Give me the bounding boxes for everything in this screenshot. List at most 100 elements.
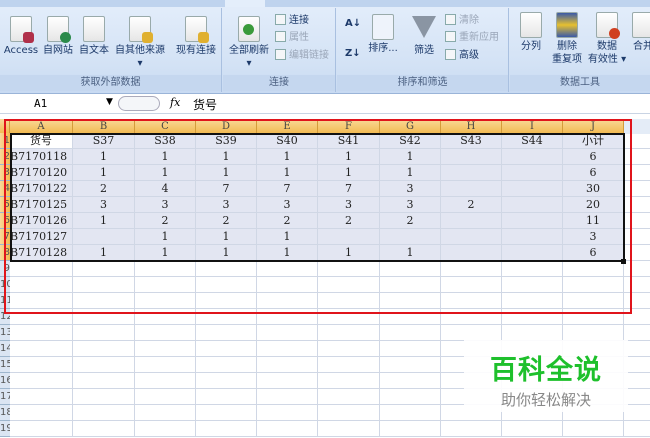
globe-icon [47, 16, 71, 43]
cell[interactable] [563, 325, 624, 341]
group-label: 连接 [223, 75, 335, 91]
insert-function-icon[interactable]: fx [170, 96, 180, 109]
cell[interactable] [502, 325, 563, 341]
remove-duplicates-button[interactable]: 删除 重复项 [550, 12, 584, 66]
from-other-sources-button[interactable]: 自其他来源 ▾ [113, 16, 167, 70]
cell[interactable] [73, 389, 135, 405]
cell[interactable] [196, 421, 257, 437]
row-header-15[interactable]: 15 [0, 357, 10, 373]
cell[interactable] [257, 341, 318, 357]
text-file-icon [83, 16, 105, 42]
cell[interactable] [318, 325, 380, 341]
from-text-button[interactable]: 自文本 [77, 16, 111, 57]
cell[interactable] [196, 325, 257, 341]
cell[interactable] [624, 325, 650, 341]
cell[interactable] [196, 357, 257, 373]
access-button[interactable]: Access [3, 16, 39, 57]
cell[interactable] [257, 389, 318, 405]
cell[interactable] [257, 373, 318, 389]
row-header-17[interactable]: 17 [0, 389, 10, 405]
cell[interactable] [441, 421, 502, 437]
dropdown-arrow-icon: ▾ [137, 58, 143, 69]
sort-button[interactable]: 排序... [365, 14, 401, 55]
cell[interactable] [73, 325, 135, 341]
cell[interactable] [10, 389, 73, 405]
edit-links-button[interactable]: 编辑链接 [275, 46, 329, 61]
cell[interactable] [196, 389, 257, 405]
name-box[interactable]: A1 [0, 96, 120, 112]
advanced-button[interactable]: 高级 [445, 46, 479, 61]
row-header-19[interactable]: 19 [0, 421, 10, 437]
cell[interactable] [135, 357, 196, 373]
cell[interactable] [73, 357, 135, 373]
cell[interactable] [10, 325, 73, 341]
formula-bar-expand-handle[interactable] [118, 96, 160, 111]
ribbon: Access 自网站 自文本 自其他来源 ▾ 现有连接 获取外部数据 全部刷新 ▾ … [0, 0, 650, 94]
cell[interactable] [73, 421, 135, 437]
cell[interactable] [135, 421, 196, 437]
text-to-columns-button[interactable]: 分列 [514, 12, 548, 53]
cell[interactable] [257, 421, 318, 437]
cell[interactable] [10, 357, 73, 373]
cell[interactable] [380, 357, 441, 373]
cell[interactable] [10, 341, 73, 357]
dropdown-arrow-icon: ▾ [246, 58, 252, 69]
existing-connections-button[interactable]: 现有连接 [173, 16, 219, 57]
cell[interactable] [135, 325, 196, 341]
cell[interactable] [10, 373, 73, 389]
cell[interactable] [135, 341, 196, 357]
cell[interactable] [380, 405, 441, 421]
cell[interactable] [380, 341, 441, 357]
from-web-button[interactable]: 自网站 [41, 16, 75, 57]
row-header-18[interactable]: 18 [0, 405, 10, 421]
row-header-16[interactable]: 16 [0, 373, 10, 389]
clear-icon [445, 14, 456, 25]
cell[interactable] [73, 373, 135, 389]
cell[interactable] [380, 325, 441, 341]
cell[interactable] [10, 421, 73, 437]
cell[interactable] [196, 405, 257, 421]
consolidate-button[interactable]: 合并 [628, 12, 650, 53]
refresh-all-button[interactable]: 全部刷新 ▾ [227, 16, 271, 70]
cell[interactable] [135, 373, 196, 389]
row-header-13[interactable]: 13 [0, 325, 10, 341]
cell[interactable] [257, 405, 318, 421]
cell[interactable] [380, 373, 441, 389]
sort-ascending-icon[interactable]: A↓ [345, 18, 361, 29]
group-connections: 全部刷新 ▾ 连接 属性 编辑链接 连接 [223, 8, 336, 92]
cell[interactable] [318, 389, 380, 405]
cell[interactable] [318, 357, 380, 373]
cell[interactable] [257, 357, 318, 373]
tab-data[interactable] [225, 0, 265, 7]
cell[interactable] [380, 389, 441, 405]
row-header-14[interactable]: 14 [0, 341, 10, 357]
connections-icon [275, 14, 286, 25]
cell[interactable] [73, 405, 135, 421]
properties-button[interactable]: 属性 [275, 28, 309, 43]
cell[interactable] [318, 405, 380, 421]
formula-input[interactable]: 货号 [193, 96, 217, 113]
text-to-columns-icon [520, 12, 542, 38]
cell[interactable] [502, 421, 563, 437]
cell[interactable] [563, 421, 624, 437]
cell[interactable] [10, 405, 73, 421]
name-box-dropdown-icon[interactable]: ▼ [106, 97, 113, 107]
filter-button[interactable]: 筛选 [409, 14, 439, 57]
cell[interactable] [318, 373, 380, 389]
cell[interactable] [135, 389, 196, 405]
data-validation-button[interactable]: 数据 有效性 ▾ [586, 12, 628, 66]
cell[interactable] [135, 405, 196, 421]
cell[interactable] [196, 341, 257, 357]
cell[interactable] [196, 373, 257, 389]
cell[interactable] [441, 325, 502, 341]
cell[interactable] [73, 341, 135, 357]
connections-button[interactable]: 连接 [275, 11, 309, 26]
cell[interactable] [380, 421, 441, 437]
clear-button[interactable]: 清除 [445, 11, 479, 26]
sort-descending-icon[interactable]: Z↓ [345, 48, 361, 59]
cell[interactable] [318, 341, 380, 357]
reapply-button[interactable]: 重新应用 [445, 28, 499, 43]
cell[interactable] [257, 325, 318, 341]
cell[interactable] [318, 421, 380, 437]
cell[interactable] [624, 421, 650, 437]
